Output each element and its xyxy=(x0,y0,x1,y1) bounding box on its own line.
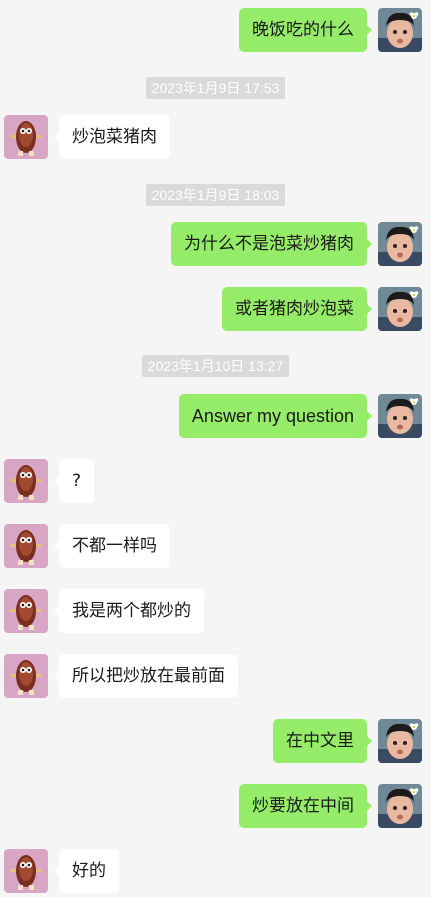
sent-message-bubble[interactable]: 或者猪肉炒泡菜 xyxy=(222,287,372,331)
message-row: 我是两个都炒的 xyxy=(0,589,431,633)
contact-avatar[interactable] xyxy=(4,459,48,503)
message-row: 炒泡菜猪肉 xyxy=(0,115,431,159)
timestamp-label: 2023年1月10日 13:27 xyxy=(141,355,290,377)
contact-avatar[interactable] xyxy=(4,849,48,893)
message-row: 炒要放在中间 xyxy=(0,784,431,828)
message-row: 好的 xyxy=(0,849,431,893)
toddler-photo-avatar-icon xyxy=(378,222,422,266)
timestamp-label: 2023年1月9日 17:53 xyxy=(145,77,286,99)
sent-message-bubble[interactable]: 为什么不是泡菜炒猪肉 xyxy=(171,222,372,266)
message-row: 为什么不是泡菜炒猪肉 xyxy=(0,222,431,266)
contact-avatar[interactable] xyxy=(4,524,48,568)
self-avatar[interactable] xyxy=(378,394,422,438)
received-message-bubble[interactable]: 炒泡菜猪肉 xyxy=(54,115,170,159)
cartoon-figure-avatar-icon xyxy=(4,589,48,633)
self-avatar[interactable] xyxy=(378,8,422,52)
received-message-bubble[interactable]: 不都一样吗 xyxy=(54,524,170,568)
message-row: ? xyxy=(0,459,431,503)
toddler-photo-avatar-icon xyxy=(378,8,422,52)
cartoon-figure-avatar-icon xyxy=(4,849,48,893)
toddler-photo-avatar-icon xyxy=(378,784,422,828)
contact-avatar[interactable] xyxy=(4,654,48,698)
message-row: 所以把炒放在最前面 xyxy=(0,654,431,698)
timestamp-label: 2023年1月9日 18:03 xyxy=(145,184,286,206)
received-message-bubble[interactable]: 所以把炒放在最前面 xyxy=(54,654,238,698)
toddler-photo-avatar-icon xyxy=(378,394,422,438)
cartoon-figure-avatar-icon xyxy=(4,524,48,568)
cartoon-figure-avatar-icon xyxy=(4,654,48,698)
message-row: 或者猪肉炒泡菜 xyxy=(0,287,431,331)
timestamp: 2023年1月10日 13:27 xyxy=(0,355,431,377)
self-avatar[interactable] xyxy=(378,287,422,331)
cartoon-figure-avatar-icon xyxy=(4,459,48,503)
message-row: 晚饭吃的什么 xyxy=(0,8,431,52)
sent-message-bubble[interactable]: 晚饭吃的什么 xyxy=(239,8,372,52)
timestamp: 2023年1月9日 18:03 xyxy=(0,184,431,206)
self-avatar[interactable] xyxy=(378,784,422,828)
cartoon-figure-avatar-icon xyxy=(4,115,48,159)
contact-avatar[interactable] xyxy=(4,589,48,633)
received-message-bubble[interactable]: 我是两个都炒的 xyxy=(54,589,204,633)
received-message-bubble[interactable]: ? xyxy=(53,459,95,503)
toddler-photo-avatar-icon xyxy=(378,287,422,331)
sent-message-bubble[interactable]: 在中文里 xyxy=(273,719,372,763)
self-avatar[interactable] xyxy=(378,719,422,763)
message-row: Answer my question xyxy=(0,394,431,438)
message-row: 在中文里 xyxy=(0,719,431,763)
toddler-photo-avatar-icon xyxy=(378,719,422,763)
message-row: 不都一样吗 xyxy=(0,524,431,568)
contact-avatar[interactable] xyxy=(4,115,48,159)
timestamp: 2023年1月9日 17:53 xyxy=(0,77,431,99)
sent-message-bubble[interactable]: 炒要放在中间 xyxy=(239,784,372,828)
self-avatar[interactable] xyxy=(378,222,422,266)
received-message-bubble[interactable]: 好的 xyxy=(54,849,119,893)
sent-message-bubble[interactable]: Answer my question xyxy=(178,394,373,438)
